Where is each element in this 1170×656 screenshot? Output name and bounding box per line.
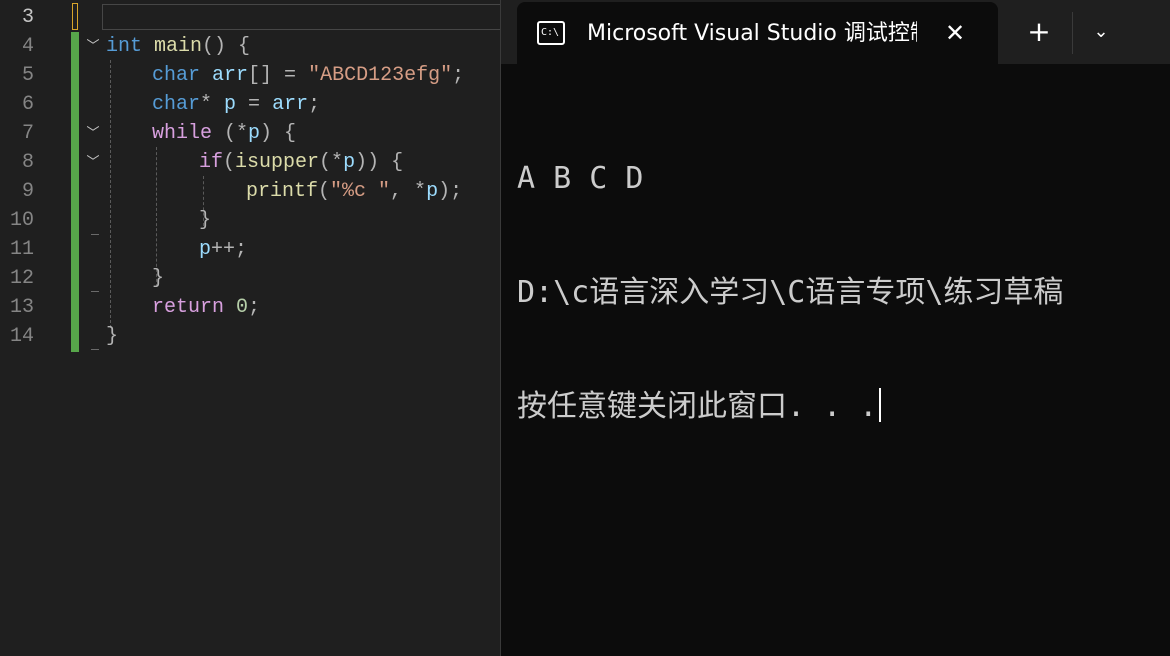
chevron-down-icon[interactable]: ⌄	[1086, 17, 1116, 47]
close-icon[interactable]: ✕	[940, 18, 970, 48]
text-cursor	[879, 388, 882, 422]
code-line[interactable]: 11 p++;	[0, 235, 500, 264]
code-line[interactable]: 8 ﹀ if(isupper(*p)) {	[0, 148, 500, 177]
debug-console-window[interactable]: C:\ Microsoft Visual Studio 调试控制台 ✕ + ⌄ …	[500, 0, 1170, 656]
code-text: return 0;	[152, 296, 261, 319]
line-number: 12	[9, 267, 34, 290]
console-tab[interactable]: C:\ Microsoft Visual Studio 调试控制台 ✕	[517, 2, 998, 64]
code-text: if(isupper(*p)) {	[199, 151, 404, 174]
code-line[interactable]: 14 }	[0, 322, 500, 351]
fold-chevron-icon[interactable]: ﹀	[84, 38, 102, 56]
line-number: 9	[21, 180, 34, 203]
code-text: while (*p) {	[152, 122, 297, 145]
code-line[interactable]: 5 char arr[] = "ABCD123efg";	[0, 61, 500, 90]
line-number: 8	[21, 151, 34, 174]
output-line: A B C D	[517, 161, 644, 196]
line-number: 13	[9, 296, 34, 319]
divider	[1072, 12, 1073, 54]
line-number: 7	[21, 122, 34, 145]
code-line[interactable]: 13 return 0;	[0, 293, 500, 322]
title-bar[interactable]: C:\ Microsoft Visual Studio 调试控制台 ✕ + ⌄	[501, 0, 1170, 64]
new-tab-button[interactable]: +	[1024, 17, 1054, 47]
code-line[interactable]: 10 }	[0, 206, 500, 235]
code-line[interactable]: 9 printf("%c ", *p);	[0, 177, 500, 206]
fold-chevron-icon[interactable]: ﹀	[84, 125, 102, 143]
terminal-icon: C:\	[537, 21, 565, 45]
output-line: 按任意键关闭此窗口. . .	[517, 388, 1170, 426]
code-line[interactable]: 4 ﹀ int main() {	[0, 32, 500, 61]
code-text: char arr[] = "ABCD123efg";	[152, 64, 465, 87]
line-number: 14	[9, 325, 34, 348]
code-text: }	[106, 325, 119, 348]
code-line[interactable]: 7 ﹀ while (*p) {	[0, 119, 500, 148]
line-number: 4	[21, 35, 34, 58]
code-line[interactable]: 12 }	[0, 264, 500, 293]
code-text: }	[199, 209, 212, 232]
code-line[interactable]: 3	[0, 3, 500, 32]
line-number: 11	[9, 238, 34, 261]
console-output[interactable]: A B C D D:\c语言深入学习\C语言专项\练习草稿 按任意键关闭此窗口.…	[517, 84, 1170, 502]
code-text: int main() {	[106, 35, 251, 58]
tab-title: Microsoft Visual Studio 调试控制台	[587, 21, 917, 46]
line-number: 5	[21, 64, 34, 87]
line-number: 6	[21, 93, 34, 116]
code-text: }	[152, 267, 165, 290]
output-line: D:\c语言深入学习\C语言专项\练习草稿	[517, 275, 1064, 310]
code-text: char* p = arr;	[152, 93, 321, 116]
fold-chevron-icon[interactable]: ﹀	[84, 154, 102, 172]
code-line[interactable]: 6 char* p = arr;	[0, 90, 500, 119]
line-number: 3	[21, 6, 34, 29]
code-text: p++;	[199, 238, 248, 261]
code-editor[interactable]: 3 4 ﹀ int main() { 5 char arr[] = "ABCD1…	[0, 0, 500, 656]
line-number: 10	[9, 209, 34, 232]
code-text: printf("%c ", *p);	[246, 180, 463, 203]
